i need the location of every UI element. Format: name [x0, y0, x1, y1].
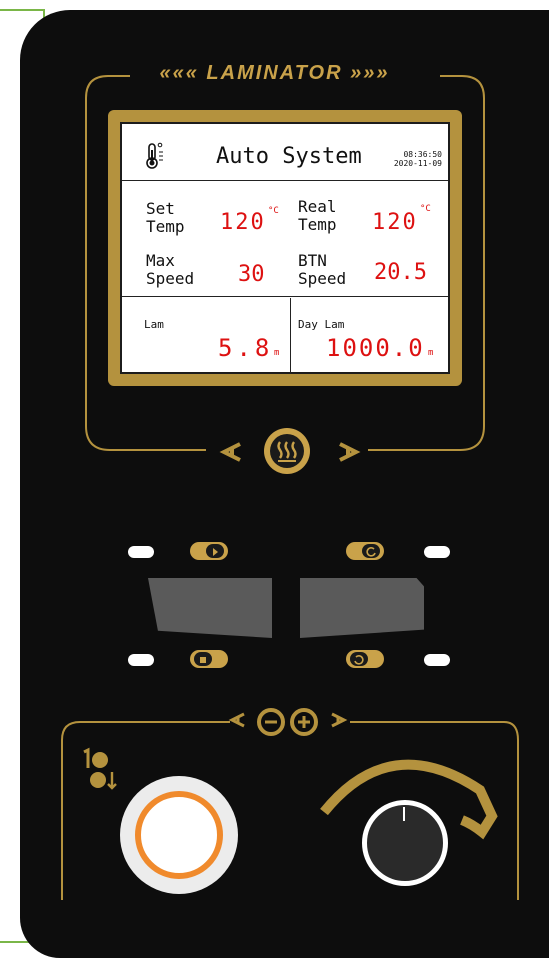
- real-temp-label-1: Real: [298, 197, 337, 216]
- set-temp-unit: °C: [268, 206, 279, 216]
- roller-pressure-icon: [83, 747, 117, 790]
- reverse-button[interactable]: [346, 542, 384, 560]
- clock-readout: 08:36:50 2020-11-09: [394, 150, 442, 168]
- lcd-screen: Auto System 08:36:50 2020-11-09 Set Temp…: [120, 122, 450, 374]
- heat-button[interactable]: [264, 428, 310, 474]
- screen-title: Auto System: [216, 144, 362, 169]
- max-speed-label: Max Speed: [146, 252, 194, 288]
- divider-bottom: [122, 296, 448, 297]
- btn-speed-label-1: BTN: [298, 251, 327, 270]
- divider-top: [122, 180, 448, 181]
- real-temp-label: Real Temp: [298, 198, 337, 234]
- clock-date: 2020-11-09: [393, 159, 442, 168]
- led-top-left: [128, 546, 154, 558]
- day-lam-label: Day Lam: [298, 318, 345, 331]
- brand-label: ««« LAMINATOR »»»: [0, 62, 549, 85]
- roller-button-ring: [135, 791, 223, 879]
- btn-speed-label-2: Speed: [298, 269, 347, 288]
- led-top-right: [424, 546, 450, 558]
- stop-icon: [194, 652, 212, 666]
- heat-waves-icon: [270, 434, 304, 468]
- forward-play-icon: [206, 544, 224, 558]
- knob-indicator: [403, 807, 405, 821]
- real-temp-label-2: Temp: [298, 215, 337, 234]
- btn-speed-label: BTN Speed: [298, 252, 346, 288]
- roller-press-button[interactable]: [120, 776, 238, 894]
- divider-vertical: [290, 298, 291, 374]
- real-temp-value: 120: [372, 210, 418, 235]
- set-temp-label: Set Temp: [146, 200, 185, 236]
- lam-value: 5.8: [218, 334, 274, 362]
- left-arrow-icon: [219, 442, 241, 462]
- minus-plus-rotate-icon: [228, 708, 348, 736]
- led-bottom-left: [128, 654, 154, 666]
- clock-time: 08:36:50: [403, 150, 442, 159]
- reverse-rotate-icon: [362, 544, 380, 558]
- thermometer-icon: [146, 142, 163, 169]
- set-temp-label-2: Temp: [146, 217, 185, 236]
- led-bottom-right: [424, 654, 450, 666]
- set-temp-label-1: Set: [146, 199, 175, 218]
- overlay-key-right[interactable]: [300, 578, 424, 638]
- overlay-key-left[interactable]: [148, 578, 272, 638]
- brand-text: LAMINATOR: [206, 62, 343, 84]
- stop-button[interactable]: [190, 650, 228, 668]
- brand-right-arrows: »»»: [342, 62, 390, 84]
- speed-knob[interactable]: [362, 800, 448, 886]
- day-lam-unit: m: [428, 348, 434, 358]
- max-speed-value: 30: [238, 262, 265, 287]
- real-temp-unit: °C: [420, 204, 431, 214]
- brand-left-arrows: «««: [159, 62, 207, 84]
- right-arrow-icon: [339, 442, 361, 462]
- max-speed-label-1: Max: [146, 251, 175, 270]
- rotate-button[interactable]: [346, 650, 384, 668]
- clockwise-rotate-icon: [350, 652, 368, 666]
- lam-unit: m: [274, 348, 280, 358]
- btn-speed-value: 20.5: [374, 260, 427, 285]
- day-lam-value: 1000.0: [326, 334, 425, 362]
- max-speed-label-2: Speed: [146, 269, 195, 288]
- set-temp-value: 120: [220, 210, 266, 235]
- lam-label: Lam: [144, 318, 164, 331]
- forward-button[interactable]: [190, 542, 228, 560]
